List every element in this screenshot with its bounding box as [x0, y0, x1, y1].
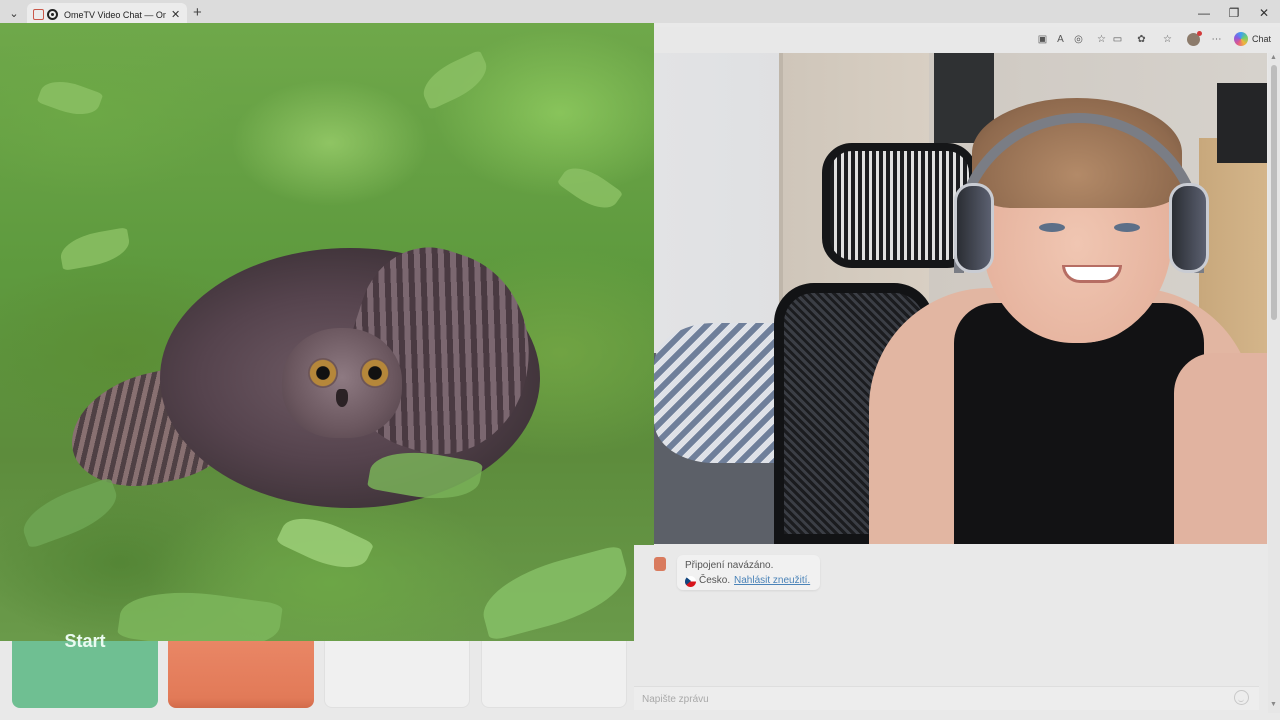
favorite-star-icon[interactable]: ☆ — [1095, 33, 1108, 46]
start-button[interactable]: Start — [12, 631, 158, 708]
message-input[interactable] — [642, 690, 1222, 708]
foliage-leaf — [474, 544, 636, 641]
message-box — [634, 686, 1259, 710]
page-scrollbar[interactable]: ▲ ▼ — [1268, 53, 1280, 713]
new-tab-button[interactable]: + — [193, 5, 202, 21]
local-video-feed — [0, 23, 654, 641]
control-button-3[interactable] — [324, 641, 470, 708]
scroll-up-icon[interactable]: ▲ — [1270, 54, 1277, 61]
owl-eye — [360, 358, 390, 388]
translate-icon[interactable]: A — [1054, 33, 1067, 46]
foliage-leaf — [16, 477, 124, 549]
foliage-leaf — [556, 158, 624, 218]
emoji-icon[interactable] — [1234, 690, 1249, 705]
extensions-icon[interactable]: ✿ — [1135, 33, 1148, 46]
browser-toolbar: ▣ A ◎ ☆ ▭ ✿ ☆ ⋯ Chat — [654, 27, 1280, 53]
close-window-button[interactable]: ✕ — [1256, 5, 1272, 21]
system-avatar-icon — [654, 557, 666, 571]
start-button-label: Start — [64, 631, 106, 651]
profile-avatar-icon[interactable] — [1187, 31, 1202, 46]
recording-icon — [47, 9, 58, 20]
foliage-leaf — [36, 73, 104, 123]
person-mouth — [1062, 265, 1122, 283]
foliage-leaf — [275, 505, 375, 581]
copilot-chat-button[interactable]: Chat — [1252, 33, 1271, 46]
restore-button[interactable]: ❐ — [1226, 5, 1242, 21]
app-available-icon[interactable]: ▣ — [1036, 33, 1049, 46]
picture-in-picture-icon[interactable]: ▭ — [1111, 33, 1124, 46]
person-arm — [1174, 353, 1267, 544]
system-message: Připojení navázáno. Česko. Nahlásit zneu… — [677, 555, 820, 590]
tab-title: OmeTV Video Chat — Omeg — [64, 10, 166, 20]
tab-list-chevron-icon[interactable]: ⌄ — [6, 6, 22, 22]
owl-beak — [336, 389, 348, 407]
tab-media-icon — [33, 9, 44, 20]
scroll-down-icon[interactable]: ▼ — [1270, 701, 1277, 708]
copilot-icon[interactable] — [1234, 32, 1248, 46]
partner-country: Česko. — [699, 575, 731, 586]
favorites-icon[interactable]: ☆ — [1161, 33, 1174, 46]
stop-button[interactable] — [168, 641, 314, 708]
person-eye — [1039, 223, 1065, 232]
headphones-cup — [1169, 183, 1209, 273]
control-button-4[interactable] — [481, 641, 627, 708]
person-eye — [1114, 223, 1140, 232]
foliage-leaf — [57, 227, 133, 271]
owl-eye — [308, 358, 338, 388]
reader-icon[interactable]: ◎ — [1072, 33, 1085, 46]
minimize-button[interactable]: — — [1196, 5, 1212, 21]
report-abuse-link[interactable]: Nahlásit zneužití. — [734, 574, 810, 587]
czech-flag-icon — [685, 576, 696, 587]
scrollbar-thumb[interactable] — [1271, 65, 1277, 320]
tab-close-icon[interactable]: ✕ — [171, 8, 180, 22]
room-printer — [1217, 83, 1267, 163]
connection-status-text: Připojení navázáno. — [685, 560, 774, 571]
headphones-cup — [954, 183, 994, 273]
remote-video-feed — [654, 53, 1267, 544]
foliage-leaf — [416, 49, 494, 111]
more-options-icon[interactable]: ⋯ — [1210, 33, 1223, 46]
chat-messages: Připojení navázáno. Česko. Nahlásit zneu… — [634, 545, 1267, 685]
